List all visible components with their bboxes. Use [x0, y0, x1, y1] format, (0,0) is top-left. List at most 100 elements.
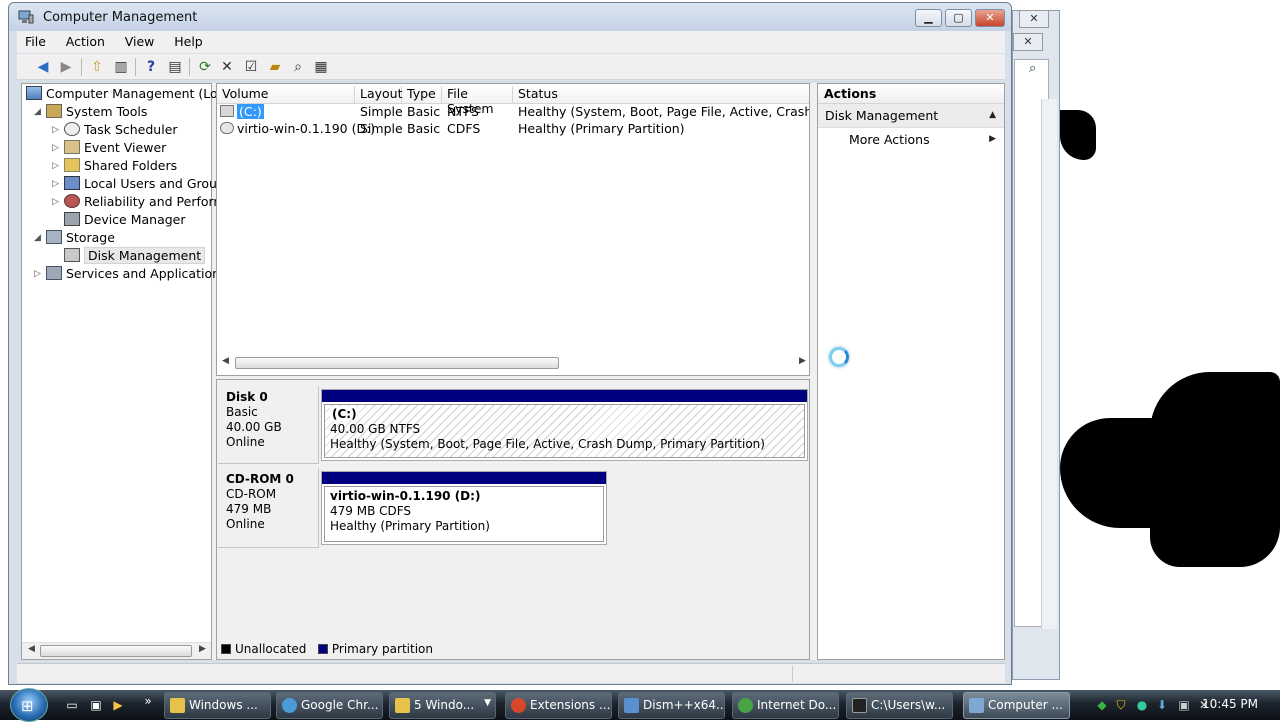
tree-item-system-tools[interactable]: System Tools: [46, 103, 147, 121]
expand-icon[interactable]: ▷: [52, 125, 59, 135]
menu-view[interactable]: View: [117, 31, 163, 53]
taskbar-button-internet-download[interactable]: Internet Do...: [732, 692, 839, 719]
column-file-system[interactable]: File System: [442, 86, 513, 116]
disk0-label[interactable]: Disk 0 Basic 40.00 GB Online: [218, 386, 319, 464]
show-desktop-icon[interactable]: ▭: [64, 697, 80, 713]
quick-launch-more-icon[interactable]: »: [140, 693, 156, 709]
drive-icon: [220, 105, 234, 117]
column-layout[interactable]: Layout: [355, 86, 403, 104]
tree-item-task-scheduler[interactable]: Task Scheduler: [64, 121, 178, 139]
more-actions-item[interactable]: More Actions ▶: [818, 128, 1004, 152]
collapse-arrow-icon[interactable]: ▲: [989, 110, 996, 120]
tray-app-icon[interactable]: ●: [1134, 697, 1150, 713]
tray-shield-icon[interactable]: ⛉: [1113, 697, 1129, 713]
maximize-button[interactable]: ▢: [945, 9, 972, 27]
refresh-icon[interactable]: ⟳: [195, 57, 215, 77]
legend: Unallocated Primary partition: [221, 642, 433, 656]
menu-action[interactable]: Action: [58, 31, 113, 53]
taskbar-button-extensions[interactable]: Extensions ...: [505, 692, 612, 719]
tree-item-root[interactable]: Computer Management (Local: [26, 85, 236, 103]
background-window[interactable]: ✕ ✕ ⌕: [1012, 10, 1060, 680]
forward-icon[interactable]: ▶: [56, 57, 76, 77]
scroll-left-icon[interactable]: ◀: [222, 356, 229, 366]
start-button[interactable]: ⊞: [10, 688, 48, 722]
actions-pane: Actions Disk Management ▲ More Actions ▶: [817, 83, 1005, 660]
tree-item-event-viewer[interactable]: Event Viewer: [64, 139, 166, 157]
client-area: Computer Management (Local ◢ System Tool…: [21, 83, 1005, 660]
window-title: Computer Management: [43, 10, 198, 25]
scroll-right-icon[interactable]: ▶: [199, 644, 206, 654]
tray-monitor-icon[interactable]: ▣: [1176, 697, 1192, 713]
expand-icon[interactable]: ▷: [52, 197, 59, 207]
expand-icon[interactable]: ▷: [52, 143, 59, 153]
partition-c[interactable]: (C:) 40.00 GB NTFS Healthy (System, Boot…: [321, 389, 808, 461]
tree-item-storage[interactable]: Storage: [46, 229, 115, 247]
menu-help[interactable]: Help: [166, 31, 211, 53]
taskbar: ⊞ ▭ ▣ ▶ » Windows ... Google Chr... 5 Wi…: [0, 688, 1280, 722]
cdrom0-label[interactable]: CD-ROM 0 CD-ROM 479 MB Online: [218, 468, 319, 548]
tree-item-device-manager[interactable]: Device Manager: [64, 211, 186, 229]
scroll-right-icon[interactable]: ▶: [799, 356, 806, 366]
performance-icon: [64, 194, 80, 208]
scroll-thumb[interactable]: [235, 357, 559, 369]
delete-icon[interactable]: ✕: [217, 57, 237, 77]
clock[interactable]: 10:45 PM: [1202, 697, 1258, 711]
menu-file[interactable]: File: [17, 31, 54, 53]
tree-item-local-users[interactable]: Local Users and Groups: [64, 175, 231, 193]
tray-network-icon[interactable]: ◆: [1094, 697, 1110, 713]
bg-close-button[interactable]: ✕: [1019, 10, 1049, 28]
taskbar-button-chrome[interactable]: Google Chr...: [276, 692, 383, 719]
scroll-left-icon[interactable]: ◀: [28, 644, 35, 654]
submenu-arrow-icon: ▶: [989, 134, 996, 144]
scroll-thumb[interactable]: [40, 645, 192, 657]
volume-list: Volume Layout Type File System Status (C…: [216, 83, 810, 376]
column-status[interactable]: Status: [513, 86, 809, 104]
taskbar-button-explorer-group[interactable]: 5 Windo... ▼: [389, 692, 496, 719]
column-type[interactable]: Type: [402, 86, 442, 104]
help-icon[interactable]: ?: [141, 57, 161, 77]
volume-name: virtio-win-0.1.190 (D:): [237, 121, 376, 136]
show-hide-tree-icon[interactable]: ▥: [111, 57, 131, 77]
disk-graphical-view: Disk 0 Basic 40.00 GB Online (C:) 40.00 …: [216, 379, 810, 660]
bg-close-tab-button[interactable]: ✕: [1013, 33, 1043, 51]
tree-item-services[interactable]: Services and Applications: [46, 265, 227, 283]
minimize-button[interactable]: ▁: [915, 9, 942, 27]
tree-item-disk-management[interactable]: Disk Management: [64, 247, 206, 265]
actions-section-disk-management[interactable]: Disk Management ▲: [818, 104, 1004, 128]
tree-item-reliability[interactable]: Reliability and Performa: [64, 193, 233, 211]
search-icon[interactable]: ⌕: [288, 57, 308, 77]
properties-icon[interactable]: ☑: [241, 57, 261, 77]
volume-horizontal-scrollbar[interactable]: ◀ ▶: [217, 355, 809, 372]
tree-item-shared-folders[interactable]: Shared Folders: [64, 157, 177, 175]
collapse-icon[interactable]: ◢: [34, 233, 41, 243]
taskbar-button-7zip[interactable]: C:\Users\w...: [846, 692, 953, 719]
close-button[interactable]: ✕: [975, 9, 1005, 27]
clock-icon: [64, 122, 80, 136]
bg-scrollbar[interactable]: [1041, 99, 1057, 629]
volume-layout: Simple: [360, 104, 403, 119]
switch-windows-icon[interactable]: ▣: [88, 697, 104, 713]
column-volume[interactable]: Volume: [217, 86, 355, 104]
show-hide-action-pane-icon[interactable]: ▤: [165, 57, 185, 77]
expand-icon[interactable]: ▷: [52, 161, 59, 171]
partition-name: virtio-win-0.1.190 (D:): [330, 489, 481, 503]
taskbar-button-dism[interactable]: Dism++x64...: [618, 692, 725, 719]
expand-icon[interactable]: ▷: [52, 179, 59, 189]
taskbar-button-computer-management[interactable]: Computer ...: [963, 692, 1070, 719]
settings-icon[interactable]: ▦: [311, 57, 331, 77]
collapse-icon[interactable]: ◢: [34, 107, 41, 117]
open-folder-icon[interactable]: ▰: [265, 57, 285, 77]
back-icon[interactable]: ◀: [33, 57, 53, 77]
volume-type: Basic: [407, 104, 441, 119]
title-bar[interactable]: Computer Management ▁ ▢ ✕: [9, 3, 1011, 31]
expand-icon[interactable]: ▷: [34, 269, 41, 279]
background-drawing: [1060, 418, 1170, 528]
up-folder-icon[interactable]: ⇧: [87, 57, 107, 77]
partition-d[interactable]: virtio-win-0.1.190 (D:) 479 MB CDFS Heal…: [321, 471, 607, 545]
taskbar-button-windows[interactable]: Windows ...: [164, 692, 271, 719]
windows-logo-icon: ⊞: [21, 697, 34, 715]
tree-horizontal-scrollbar[interactable]: ◀ ▶: [22, 642, 211, 659]
media-player-icon[interactable]: ▶: [110, 697, 126, 713]
search-icon[interactable]: ⌕: [1029, 61, 1036, 76]
tray-download-icon[interactable]: ⬇: [1154, 697, 1170, 713]
